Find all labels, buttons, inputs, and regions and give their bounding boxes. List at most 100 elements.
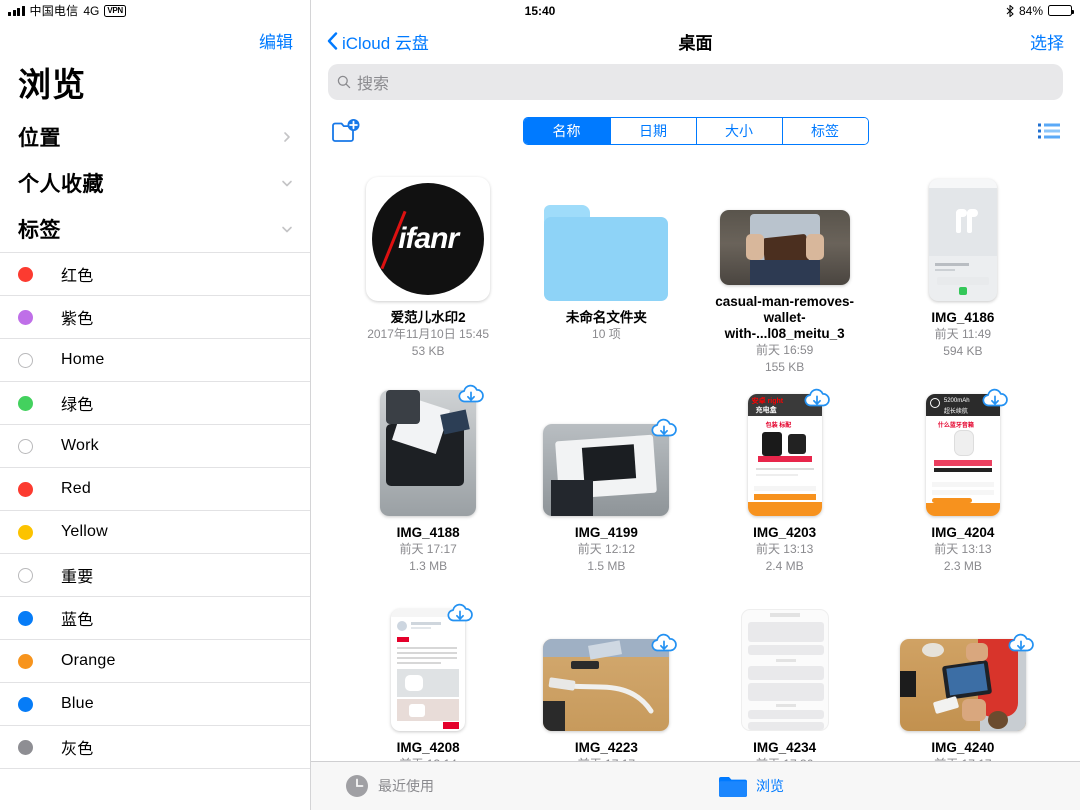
file-size: 53 KB <box>411 344 445 358</box>
sidebar-section-tags[interactable]: 标签 <box>0 206 310 252</box>
tag-label: 蓝色 <box>61 612 94 629</box>
file-name: 未命名文件夹 <box>565 310 647 325</box>
bluetooth-icon <box>1006 4 1014 17</box>
file-thumbnail: ifanr <box>366 177 491 301</box>
sidebar-section-locations[interactable]: 位置 <box>0 114 310 160</box>
tag-label: 重要 <box>61 569 94 586</box>
file-name: IMG_4204 <box>931 525 995 540</box>
icloud-download-icon[interactable] <box>456 380 486 410</box>
tag-label: Orange <box>61 652 116 669</box>
chevron-down-icon <box>282 180 292 187</box>
file-date: 前天 12:12 <box>577 542 636 556</box>
tag-label: 红色 <box>61 268 94 285</box>
sidebar-tag-item[interactable]: Work <box>0 425 310 468</box>
new-folder-icon[interactable] <box>331 118 361 144</box>
sidebar-section-label: 个人收藏 <box>18 173 104 196</box>
file-item[interactable]: 5200mAh 超长续航 什么蓝牙音箱 IMG_4204 前天 13:13 2.3 MB <box>874 376 1052 591</box>
sort-segment-3[interactable]: 标签 <box>781 118 868 144</box>
sidebar: 编辑 浏览 位置 个人收藏 标签 红色 紫色 Home 绿色 Work Red Yellow… <box>0 0 311 810</box>
tab-browse-label: 浏览 <box>756 778 784 794</box>
file-item[interactable]: 未命名文件夹 10 项 <box>517 161 695 376</box>
chevron-left-icon <box>327 32 338 50</box>
tag-color-dot <box>18 524 33 540</box>
file-thumbnail-wrapper <box>380 376 484 516</box>
file-item[interactable]: 安卓 right 充电盒 包装 标配 IMG_4203 前天 13:13 2.4 MB <box>696 376 874 591</box>
file-size: 1.5 MB <box>587 559 626 573</box>
sidebar-tag-item[interactable]: 重要 <box>0 554 310 597</box>
file-grid: ifanr 爱范儿水印2 2017年11月10日 15:45 53 KB 未命名文件夹 1… <box>311 153 1080 810</box>
status-bar-clock: 15:40 <box>524 3 556 18</box>
sidebar-tag-item[interactable]: Blue <box>0 683 310 726</box>
sidebar-tag-item[interactable]: Home <box>0 339 310 382</box>
tab-browse[interactable]: 浏览 <box>719 776 784 797</box>
tab-recent[interactable]: 最近使用 <box>345 774 434 798</box>
icloud-download-icon[interactable] <box>980 384 1010 414</box>
list-view-icon[interactable] <box>1038 122 1060 140</box>
edit-button[interactable]: 编辑 <box>259 28 293 53</box>
sidebar-section-favorites[interactable]: 个人收藏 <box>0 160 310 206</box>
tag-color-dot <box>18 438 33 454</box>
file-item[interactable]: IMG_4188 前天 17:17 1.3 MB <box>339 376 517 591</box>
tag-color-dot <box>18 352 33 368</box>
sidebar-tag-item[interactable]: 紫色 <box>0 296 310 339</box>
file-name: IMG_4203 <box>753 525 817 540</box>
select-button[interactable]: 选择 <box>1030 29 1064 54</box>
sort-segment-0[interactable]: 名称 <box>523 118 610 144</box>
tag-color-dot <box>18 266 33 282</box>
file-item[interactable]: IMG_4186 前天 11:49 594 KB <box>874 161 1052 376</box>
sidebar-section-label: 标签 <box>18 219 61 242</box>
icloud-download-icon[interactable] <box>649 629 679 659</box>
file-thumbnail-wrapper <box>391 591 473 731</box>
file-thumbnail-wrapper <box>740 591 829 731</box>
file-thumbnail <box>719 210 850 285</box>
file-item[interactable]: IMG_4199 前天 12:12 1.5 MB <box>517 376 695 591</box>
sidebar-tag-item[interactable]: 红色 <box>0 253 310 296</box>
tag-label: 绿色 <box>61 397 94 414</box>
icloud-download-icon[interactable] <box>802 384 832 414</box>
file-item[interactable]: casual-man-removes-wallet-with-...l08_me… <box>696 161 874 376</box>
tag-list: 红色紫色 Home 绿色 Work Red Yellow 重要蓝色 Orange Blue 灰色 <box>0 252 310 769</box>
status-bar: 中国电信 4G VPN 15:40 84% <box>0 0 1080 21</box>
icloud-download-icon[interactable] <box>649 414 679 444</box>
file-name: IMG_4208 <box>396 740 460 755</box>
file-date: 前天 17:17 <box>399 542 457 556</box>
tag-label: Yellow <box>61 523 108 540</box>
file-size: 155 KB <box>764 360 805 374</box>
file-date: 10 项 <box>592 327 621 341</box>
chevron-right-icon <box>284 132 290 142</box>
sidebar-tag-item[interactable]: 灰色 <box>0 726 310 769</box>
file-name: IMG_4188 <box>396 525 460 540</box>
file-thumbnail-wrapper <box>899 591 1034 731</box>
sort-segment-2[interactable]: 大小 <box>695 118 782 144</box>
sidebar-tag-item[interactable]: Yellow <box>0 511 310 554</box>
file-name: IMG_4223 <box>574 740 638 755</box>
sort-segment-1[interactable]: 日期 <box>609 118 696 144</box>
file-item[interactable]: ifanr 爱范儿水印2 2017年11月10日 15:45 53 KB <box>339 161 517 376</box>
file-size: 1.3 MB <box>409 559 448 573</box>
file-name: IMG_4234 <box>753 740 817 755</box>
icloud-download-icon[interactable] <box>1006 629 1036 659</box>
tag-color-dot <box>18 696 33 712</box>
sidebar-tag-item[interactable]: 绿色 <box>0 382 310 425</box>
sidebar-tag-item[interactable]: Red <box>0 468 310 511</box>
file-size: 2.3 MB <box>943 559 982 573</box>
search-input[interactable]: 搜索 <box>328 64 1063 100</box>
battery-percent-label: 84% <box>1018 3 1043 18</box>
icloud-download-icon[interactable] <box>445 599 475 629</box>
navigation-bar: iCloud 云盘 桌面 选择 <box>311 21 1080 61</box>
sidebar-tag-item[interactable]: Orange <box>0 640 310 683</box>
sort-segmented-control: 名称 日期 大小 标签 <box>522 117 869 145</box>
main-pane: iCloud 云盘 桌面 选择 搜索 名称 日期 大小 标签 ifanr 爱范儿… <box>311 0 1080 810</box>
tag-color-dot <box>18 739 33 755</box>
file-thumbnail <box>928 179 997 301</box>
search-area: 搜索 <box>311 61 1080 109</box>
file-date: 前天 13:13 <box>934 542 992 556</box>
chevron-down-icon <box>282 226 292 233</box>
file-thumbnail-wrapper <box>543 591 678 731</box>
file-name: 爱范儿水印2 <box>390 310 466 325</box>
file-name: IMG_4199 <box>574 525 638 540</box>
file-thumbnail-wrapper: ifanr <box>366 161 491 301</box>
back-button[interactable]: iCloud 云盘 <box>327 29 429 54</box>
file-date: 前天 13:13 <box>755 542 814 556</box>
sidebar-tag-item[interactable]: 蓝色 <box>0 597 310 640</box>
